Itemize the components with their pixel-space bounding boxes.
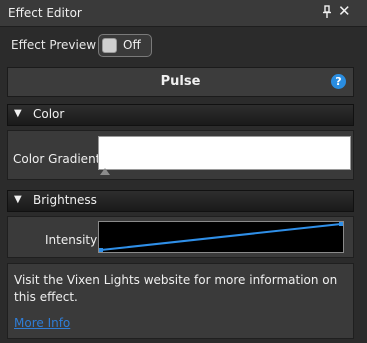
close-icon[interactable]: ✕ — [338, 3, 351, 19]
effect-name-header: Pulse ? — [7, 67, 354, 97]
window-title: Effect Editor — [8, 6, 82, 20]
effect-preview-label: Effect Preview — [11, 38, 97, 52]
section-brightness-label: Brightness — [33, 193, 97, 207]
intensity-curve-editor[interactable] — [98, 221, 344, 253]
section-color-header[interactable]: ▼ Color — [7, 104, 354, 126]
intensity-row: Intensity — [7, 216, 354, 258]
help-icon[interactable]: ? — [331, 74, 346, 89]
color-gradient-editor[interactable] — [98, 136, 351, 170]
gradient-stop-marker[interactable] — [100, 168, 110, 175]
info-panel: Visit the Vixen Lights website for more … — [7, 263, 354, 339]
effect-name: Pulse — [160, 74, 201, 89]
collapse-arrow-icon: ▼ — [14, 194, 22, 205]
intensity-curve-line — [100, 223, 342, 251]
toggle-state-label: Off — [123, 38, 141, 52]
curve-end-point[interactable] — [339, 222, 343, 226]
intensity-label: Intensity — [45, 233, 98, 247]
info-text: Visit the Vixen Lights website for more … — [14, 273, 338, 304]
effect-preview-toggle[interactable]: Off — [98, 34, 152, 57]
curve-start-point[interactable] — [99, 248, 103, 252]
color-gradient-row: Color Gradient — [7, 130, 354, 180]
toggle-knob — [102, 38, 117, 53]
pin-icon[interactable] — [321, 5, 333, 19]
color-gradient-label: Color Gradient — [13, 152, 101, 166]
collapse-arrow-icon: ▼ — [14, 108, 22, 119]
section-color-label: Color — [33, 107, 65, 121]
section-brightness-header[interactable]: ▼ Brightness — [7, 190, 354, 212]
more-info-link[interactable]: More Info — [14, 316, 70, 330]
title-bar: Effect Editor ✕ — [0, 0, 367, 27]
